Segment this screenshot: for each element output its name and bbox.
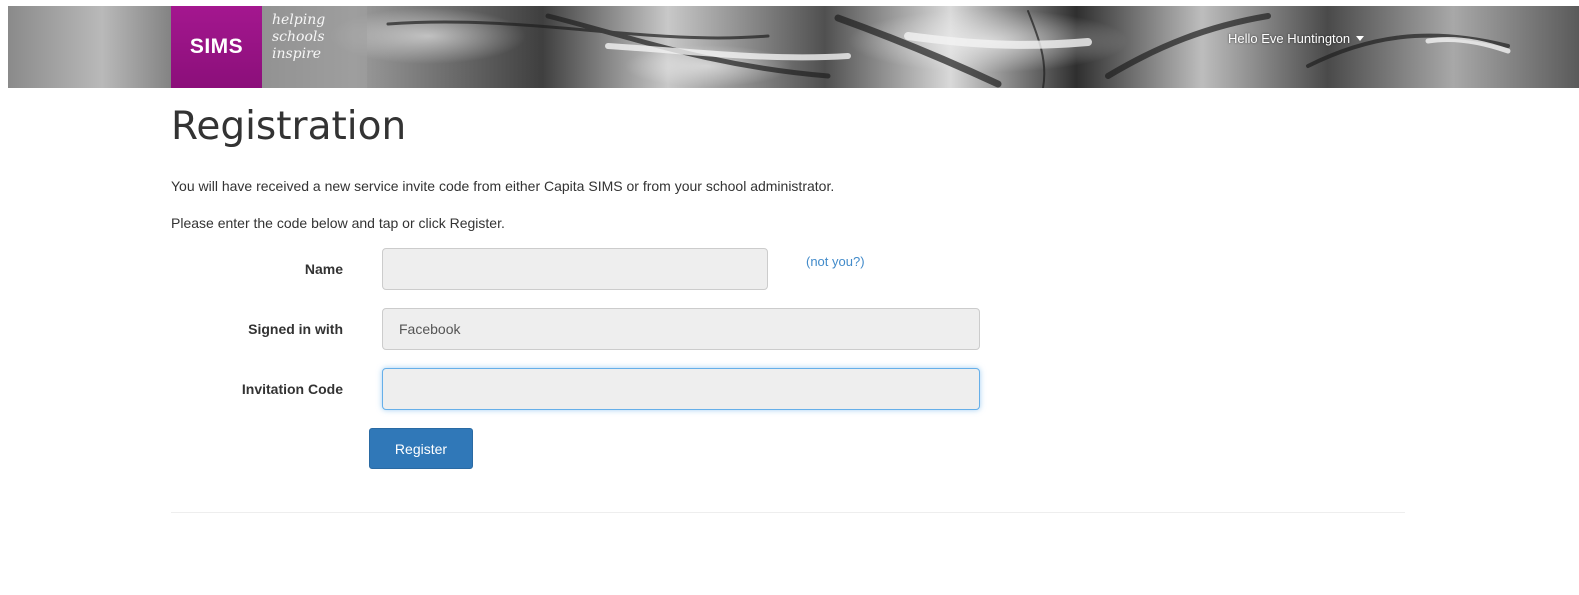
tagline-line: helping — [272, 12, 326, 28]
user-greeting: Hello Eve Huntington — [1228, 31, 1351, 46]
brand-block: SIMS helping schools inspire — [171, 6, 371, 88]
intro-text: You will have received a new service inv… — [171, 178, 835, 194]
divider — [171, 512, 1405, 513]
tagline-line: schools — [272, 29, 325, 45]
name-label: Name — [304, 261, 343, 277]
not-you-link[interactable]: (not you?) — [806, 254, 865, 269]
caret-down-icon — [1356, 36, 1365, 41]
intro-instructions: Please enter the code below and tap or c… — [171, 215, 505, 231]
signed-in-with-label: Signed in with — [248, 321, 343, 337]
user-menu[interactable]: Hello Eve Huntington — [1228, 31, 1365, 46]
brand-tagline: helping schools inspire — [262, 6, 367, 88]
sims-logo[interactable]: SIMS — [171, 6, 262, 88]
name-field[interactable] — [382, 248, 768, 290]
register-button[interactable]: Register — [369, 428, 473, 469]
page-title: Registration — [171, 104, 407, 149]
tagline-line: inspire — [272, 46, 322, 62]
invitation-code-label: Invitation Code — [241, 381, 343, 397]
invitation-code-field[interactable] — [382, 368, 980, 410]
signed-in-with-field[interactable] — [382, 308, 980, 350]
